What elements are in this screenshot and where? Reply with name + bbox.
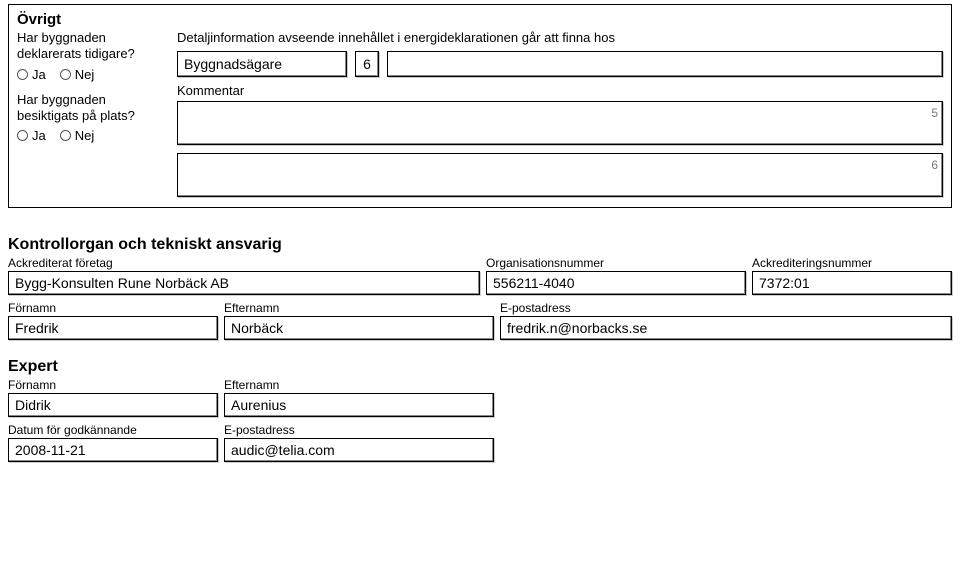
source-num-field[interactable]: 6	[355, 51, 379, 77]
ovrigt-section: Övrigt Har byggnaden deklarerats tidigar…	[8, 4, 952, 208]
inspected-radio-group: Ja Nej	[17, 128, 159, 143]
email-label: E-postadress	[500, 301, 952, 315]
radio-icon	[60, 130, 71, 141]
kontroll-section: Kontrollorgan och tekniskt ansvarig Ackr…	[8, 236, 952, 340]
company-label: Ackrediterat företag	[8, 256, 480, 270]
kommentar-label: Kommentar	[177, 83, 943, 99]
expert-fname-field[interactable]: Didrik	[8, 393, 218, 417]
radio-icon	[60, 69, 71, 80]
fname-label: Förnamn	[8, 301, 218, 315]
inspected-nej-option[interactable]: Nej	[60, 128, 95, 143]
lname-label: Efternamn	[224, 301, 494, 315]
expert-heading: Expert	[8, 358, 952, 376]
kontroll-heading: Kontrollorgan och tekniskt ansvarig	[8, 236, 952, 254]
source-blank-field[interactable]	[387, 51, 943, 77]
radio-label-nej: Nej	[75, 128, 95, 143]
declared-nej-option[interactable]: Nej	[60, 67, 95, 82]
org-field[interactable]: 556211-4040	[486, 271, 746, 295]
radio-icon	[17, 130, 28, 141]
declared-ja-option[interactable]: Ja	[17, 67, 46, 82]
line-count-2: 6	[931, 158, 938, 172]
declared-question: Har byggnaden deklarerats tidigare?	[17, 30, 159, 63]
kommentar-field-1[interactable]: 5	[177, 101, 943, 145]
accnum-label: Ackrediteringsnummer	[752, 256, 952, 270]
radio-label-nej: Nej	[75, 67, 95, 82]
fname-field[interactable]: Fredrik	[8, 316, 218, 340]
expert-lname-label: Efternamn	[224, 378, 494, 392]
org-label: Organisationsnummer	[486, 256, 746, 270]
inspected-ja-option[interactable]: Ja	[17, 128, 46, 143]
source-name-field[interactable]: Byggnadsägare	[177, 51, 347, 77]
expert-email-label: E-postadress	[224, 423, 494, 437]
company-field[interactable]: Bygg-Konsulten Rune Norbäck AB	[8, 271, 480, 295]
kommentar-field-2[interactable]: 6	[177, 153, 943, 197]
expert-section: Expert Förnamn Didrik Efternamn Aurenius…	[8, 358, 952, 462]
lname-field[interactable]: Norbäck	[224, 316, 494, 340]
inspected-question: Har byggnaden besiktigats på plats?	[17, 92, 159, 125]
detail-info-text: Detaljinformation avseende innehållet i …	[177, 30, 943, 45]
expert-fname-label: Förnamn	[8, 378, 218, 392]
expert-email-field[interactable]: audic@telia.com	[224, 438, 494, 462]
expert-lname-field[interactable]: Aurenius	[224, 393, 494, 417]
ovrigt-title: Övrigt	[17, 11, 943, 28]
expert-date-label: Datum för godkännande	[8, 423, 218, 437]
radio-label-ja: Ja	[32, 67, 46, 82]
expert-date-field[interactable]: 2008-11-21	[8, 438, 218, 462]
accnum-field[interactable]: 7372:01	[752, 271, 952, 295]
line-count-1: 5	[931, 106, 938, 120]
radio-label-ja: Ja	[32, 128, 46, 143]
email-field[interactable]: fredrik.n@norbacks.se	[500, 316, 952, 340]
radio-icon	[17, 69, 28, 80]
declared-radio-group: Ja Nej	[17, 67, 159, 82]
